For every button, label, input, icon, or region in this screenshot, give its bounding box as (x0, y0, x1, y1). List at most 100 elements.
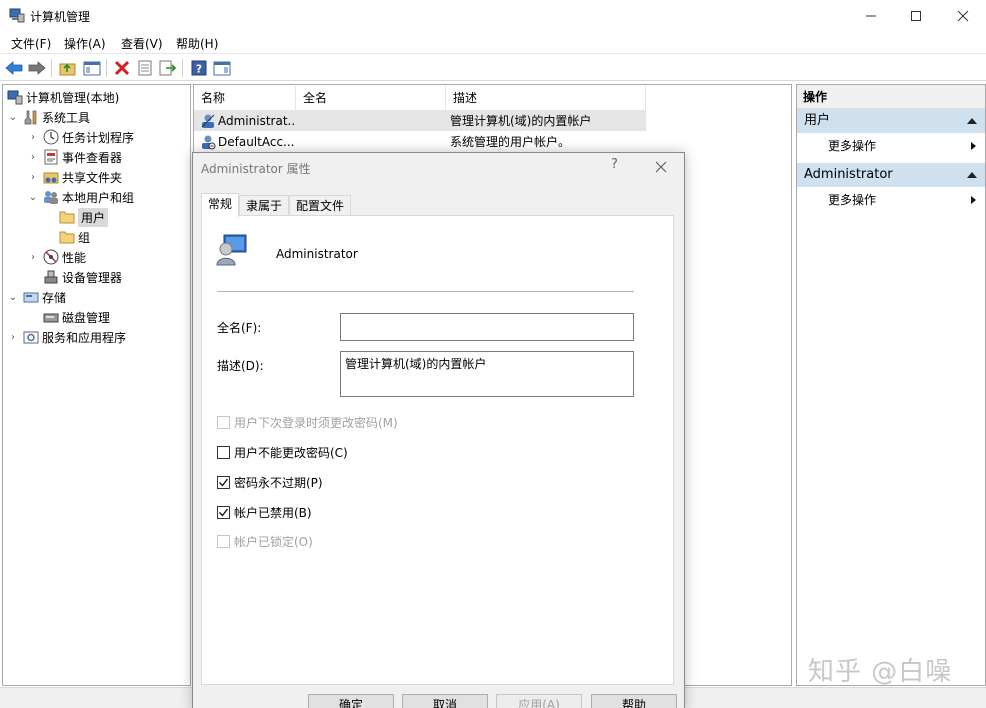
delete-icon (114, 60, 130, 76)
fullname-label: 全名(F): (217, 321, 262, 335)
divider (217, 291, 634, 292)
forward-button[interactable] (27, 58, 47, 78)
folder-icon (59, 209, 75, 225)
disk-icon (43, 309, 59, 325)
dialog-close-button[interactable] (651, 157, 671, 177)
chevron-right-icon[interactable]: › (7, 331, 19, 343)
maximize-button[interactable] (893, 0, 939, 31)
event-viewer-icon (43, 149, 59, 165)
tab-general[interactable]: 常规 (201, 193, 240, 217)
tree-item-services-apps[interactable]: › 服务和应用程序 (7, 327, 126, 347)
tree-item-system-tools[interactable]: ⌄ 系统工具 (7, 107, 90, 127)
chevron-right-icon[interactable]: › (27, 171, 39, 183)
close-window-button[interactable] (940, 0, 986, 31)
watermark: 知乎 @白噪 (808, 657, 953, 687)
properties-dialog: Administrator 属性 ? 常规 隶属于 配置文件 Administr… (192, 152, 685, 708)
table-row[interactable]: Administrat... 管理计算机(域)的内置帐户 (194, 110, 646, 131)
column-description[interactable]: 描述 (446, 86, 646, 110)
checkbox-box (217, 415, 230, 429)
chevron-right-icon[interactable]: › (27, 251, 39, 263)
account-locked-checkbox[interactable]: 帐户已锁定(O) (217, 533, 313, 549)
tree-item-device-manager[interactable]: 设备管理器 (43, 267, 122, 287)
ok-button[interactable]: 确定 (308, 694, 394, 708)
arrow-left-icon (5, 61, 23, 75)
more-actions-users[interactable]: 更多操作 (797, 133, 985, 159)
properties-icon (138, 60, 152, 76)
storage-icon (23, 289, 39, 305)
tab-member-of[interactable]: 隶属于 (239, 195, 290, 217)
column-name[interactable]: 名称 (194, 86, 296, 110)
clock-icon (43, 129, 59, 145)
services-icon (23, 329, 39, 345)
tree-item-storage[interactable]: ⌄ 存储 (7, 287, 66, 307)
arrow-right-icon (28, 61, 46, 75)
device-manager-icon (43, 269, 59, 285)
menu-help[interactable]: 帮助(H) (176, 35, 218, 52)
menu-bar: 文件(F) 操作(A) 查看(V) 帮助(H) (0, 31, 986, 54)
tree-item-event-viewer[interactable]: › 事件查看器 (27, 147, 122, 167)
delete-button[interactable] (112, 58, 132, 78)
submenu-arrow-icon (971, 196, 976, 204)
export-list-button[interactable] (158, 58, 178, 78)
checkmark-icon (219, 478, 229, 487)
actions-section-users[interactable]: 用户 (797, 109, 985, 133)
cancel-button[interactable]: 取消 (402, 694, 488, 708)
tree-item-root[interactable]: 计算机管理(本地) (7, 87, 119, 107)
close-icon (655, 161, 667, 173)
chevron-down-icon[interactable]: ⌄ (7, 291, 19, 303)
help-button[interactable]: ? (189, 58, 209, 78)
tree-item-groups[interactable]: 组 (59, 227, 90, 247)
menu-view[interactable]: 查看(V) (121, 35, 163, 52)
collapse-up-icon (967, 172, 977, 178)
svg-text:?: ? (196, 63, 202, 76)
column-fullname[interactable]: 全名 (296, 86, 446, 110)
help-icon: ? (191, 60, 207, 76)
menu-action[interactable]: 操作(A) (64, 35, 106, 52)
table-row[interactable]: DefaultAcc... 系统管理的用户帐户。 (194, 131, 646, 152)
menu-file[interactable]: 文件(F) (11, 35, 51, 52)
chevron-down-icon[interactable]: ⌄ (27, 191, 39, 203)
actions-title: 操作 (797, 85, 985, 109)
chevron-right-icon[interactable]: › (27, 131, 39, 143)
tree-item-task-scheduler[interactable]: › 任务计划程序 (27, 127, 134, 147)
apply-button[interactable]: 应用(A) (496, 694, 582, 708)
close-icon (957, 10, 969, 21)
back-button[interactable] (4, 58, 24, 78)
folder-icon (59, 229, 75, 245)
properties-button[interactable] (135, 58, 155, 78)
tree-item-users[interactable]: 用户 (59, 207, 109, 227)
up-level-button[interactable] (58, 58, 78, 78)
export-icon (159, 60, 177, 76)
window-title: 计算机管理 (30, 10, 91, 24)
console-tree-icon (83, 61, 101, 76)
more-actions-administrator[interactable]: 更多操作 (797, 187, 985, 213)
must-change-password-checkbox[interactable]: 用户下次登录时须更改密码(M) (217, 414, 398, 430)
tree-item-shared-folders[interactable]: › 共享文件夹 (27, 167, 122, 187)
chevron-down-icon[interactable]: ⌄ (7, 111, 19, 123)
minimize-button[interactable] (848, 0, 894, 31)
action-pane-icon (213, 61, 231, 76)
account-disabled-checkbox[interactable]: 帐户已禁用(B) (217, 504, 312, 520)
password-never-expires-checkbox[interactable]: 密码永不过期(P) (217, 474, 323, 490)
cannot-change-password-checkbox[interactable]: 用户不能更改密码(C) (217, 444, 348, 460)
show-hide-tree-button[interactable] (82, 58, 102, 78)
description-input[interactable]: 管理计算机(域)的内置帐户 (340, 351, 634, 397)
dialog-tabs: 常规 隶属于 配置文件 (201, 193, 352, 217)
checkbox-box (217, 475, 230, 489)
fullname-input[interactable] (340, 313, 634, 341)
show-hide-action-pane-button[interactable] (212, 58, 232, 78)
tree-item-local-users-groups[interactable]: ⌄ 本地用户和组 (27, 187, 134, 207)
dialog-title: Administrator 属性 (201, 162, 311, 176)
dialog-help-button[interactable]: ? (611, 157, 618, 172)
maximize-icon (911, 10, 921, 21)
checkmark-icon (219, 508, 229, 517)
tree-item-performance[interactable]: › 性能 (27, 247, 86, 267)
collapse-up-icon (967, 118, 977, 124)
chevron-right-icon[interactable]: › (27, 151, 39, 163)
dialog-help-button-bottom[interactable]: 帮助 (591, 694, 677, 708)
checkbox-box (217, 534, 230, 548)
tree-item-disk-management[interactable]: 磁盘管理 (43, 307, 110, 327)
general-tab-panel: Administrator 全名(F): 描述(D): 管理计算机(域)的内置帐… (201, 215, 674, 685)
tab-profile[interactable]: 配置文件 (289, 195, 352, 217)
actions-section-administrator[interactable]: Administrator (797, 163, 985, 187)
